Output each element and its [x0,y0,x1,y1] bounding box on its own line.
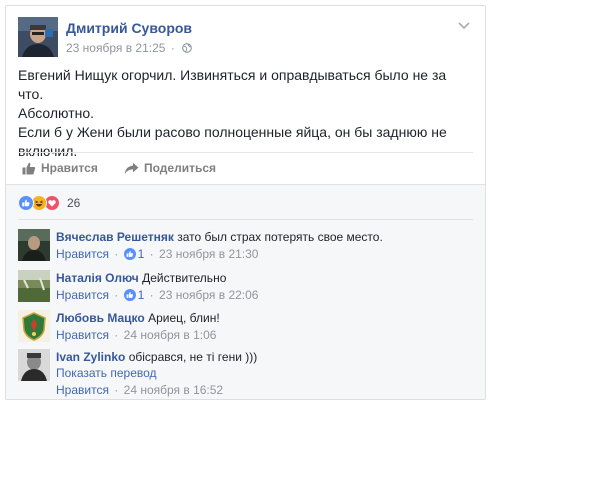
footer-separator: · [114,328,119,342]
like-reaction-icon [123,289,136,301]
comment-text: Ариец, блин! [148,311,220,325]
comment-timestamp[interactable]: 24 ноября в 1:06 [124,328,217,342]
footer-separator: · [149,247,154,261]
post-timestamp[interactable]: 23 ноября в 21:25 [66,41,165,55]
commenter-avatar[interactable] [18,270,50,302]
commenter-name[interactable]: Ivan Zylinko [56,350,125,364]
divider [18,219,473,220]
comment-like-link[interactable]: Нравится [56,288,109,302]
commenter-name[interactable]: Наталія Олюч [56,271,139,285]
comment-body: Вячеслав Решетняк зато был страх потерят… [56,229,473,263]
comments-area: 26 Вячеслав Решетняк зато был страх поте… [6,184,485,399]
author-avatar[interactable] [18,17,58,57]
comment-like-badge[interactable]: 1 [123,245,145,263]
like-button-label: Нравится [41,161,98,175]
action-bar: Нравится Поделиться [18,152,473,183]
comment-like-count: 1 [137,247,145,261]
comment-footer: Нравится · 24 ноября в 16:52 [56,381,473,399]
share-button-label: Поделиться [144,161,217,175]
globe-icon[interactable] [182,43,193,53]
comment-like-badge[interactable]: 1 [123,286,145,304]
reaction-count[interactable]: 26 [67,196,80,210]
commenter-name[interactable]: Любовь Мацко [56,311,145,325]
chevron-down-icon[interactable] [457,20,471,30]
commenter-avatar[interactable] [18,349,50,381]
comment-text: обісрався, не ті гени ))) [128,350,258,364]
comment-footer: Нравится · 1 · 23 ноября в 21:30 [56,245,473,263]
commenter-avatar[interactable] [18,310,50,342]
like-button[interactable]: Нравится [22,161,98,175]
post-meta: 23 ноября в 21:25 · [66,41,193,55]
comment-timestamp[interactable]: 23 ноября в 21:30 [159,247,258,261]
post-text-line: Если б у Жени были расово полноценные яй… [18,124,447,140]
comment-footer: Нравится · 1 · 23 ноября в 22:06 [56,286,473,304]
like-reaction-icon [18,195,34,211]
comment-like-link[interactable]: Нравится [56,328,109,342]
footer-separator: · [114,247,119,261]
comment-footer: Нравится · 24 ноября в 1:06 [56,326,473,344]
comment-timestamp[interactable]: 23 ноября в 22:06 [159,288,258,302]
meta-separator: · [170,41,175,55]
footer-separator: · [114,288,119,302]
commenter-avatar[interactable] [18,229,50,261]
footer-separator: · [114,383,119,397]
thumbs-up-icon [22,162,36,174]
post-text-line: Евгений Нищук огорчил. Извиняться и опра… [18,67,447,102]
author-name[interactable]: Дмитрий Суворов [66,20,192,36]
show-translation-link[interactable]: Показать перевод [56,365,473,381]
post-text: Евгений Нищук огорчил. Извиняться и опра… [18,66,473,161]
footer-separator: · [149,288,154,302]
comment-like-link[interactable]: Нравится [56,383,109,397]
comment-text: Действительно [142,271,227,285]
comment-body: Любовь Мацко Ариец, блин! Нравится · 24 … [56,310,473,344]
comment-text: зато был страх потерять свое место. [177,230,383,244]
comment-body: Наталія Олюч Действительно Нравится · 1 [56,270,473,304]
comment-like-link[interactable]: Нравится [56,247,109,261]
commenter-name[interactable]: Вячеслав Решетняк [56,230,174,244]
post-text-line: Абсолютно. [18,105,95,121]
comment-timestamp[interactable]: 24 ноября в 16:52 [124,383,223,397]
post-header: Дмитрий Суворов 23 ноября в 21:25 · [18,16,473,60]
share-button[interactable]: Поделиться [124,161,216,175]
post-card: Дмитрий Суворов 23 ноября в 21:25 · Евге… [5,5,486,400]
like-reaction-icon [123,248,136,260]
share-arrow-icon [124,162,139,174]
comment-body: Ivan Zylinko обісрався, не ті гени ))) П… [56,349,473,399]
comment-like-count: 1 [137,288,145,302]
reactions-summary[interactable]: 26 [18,194,80,212]
